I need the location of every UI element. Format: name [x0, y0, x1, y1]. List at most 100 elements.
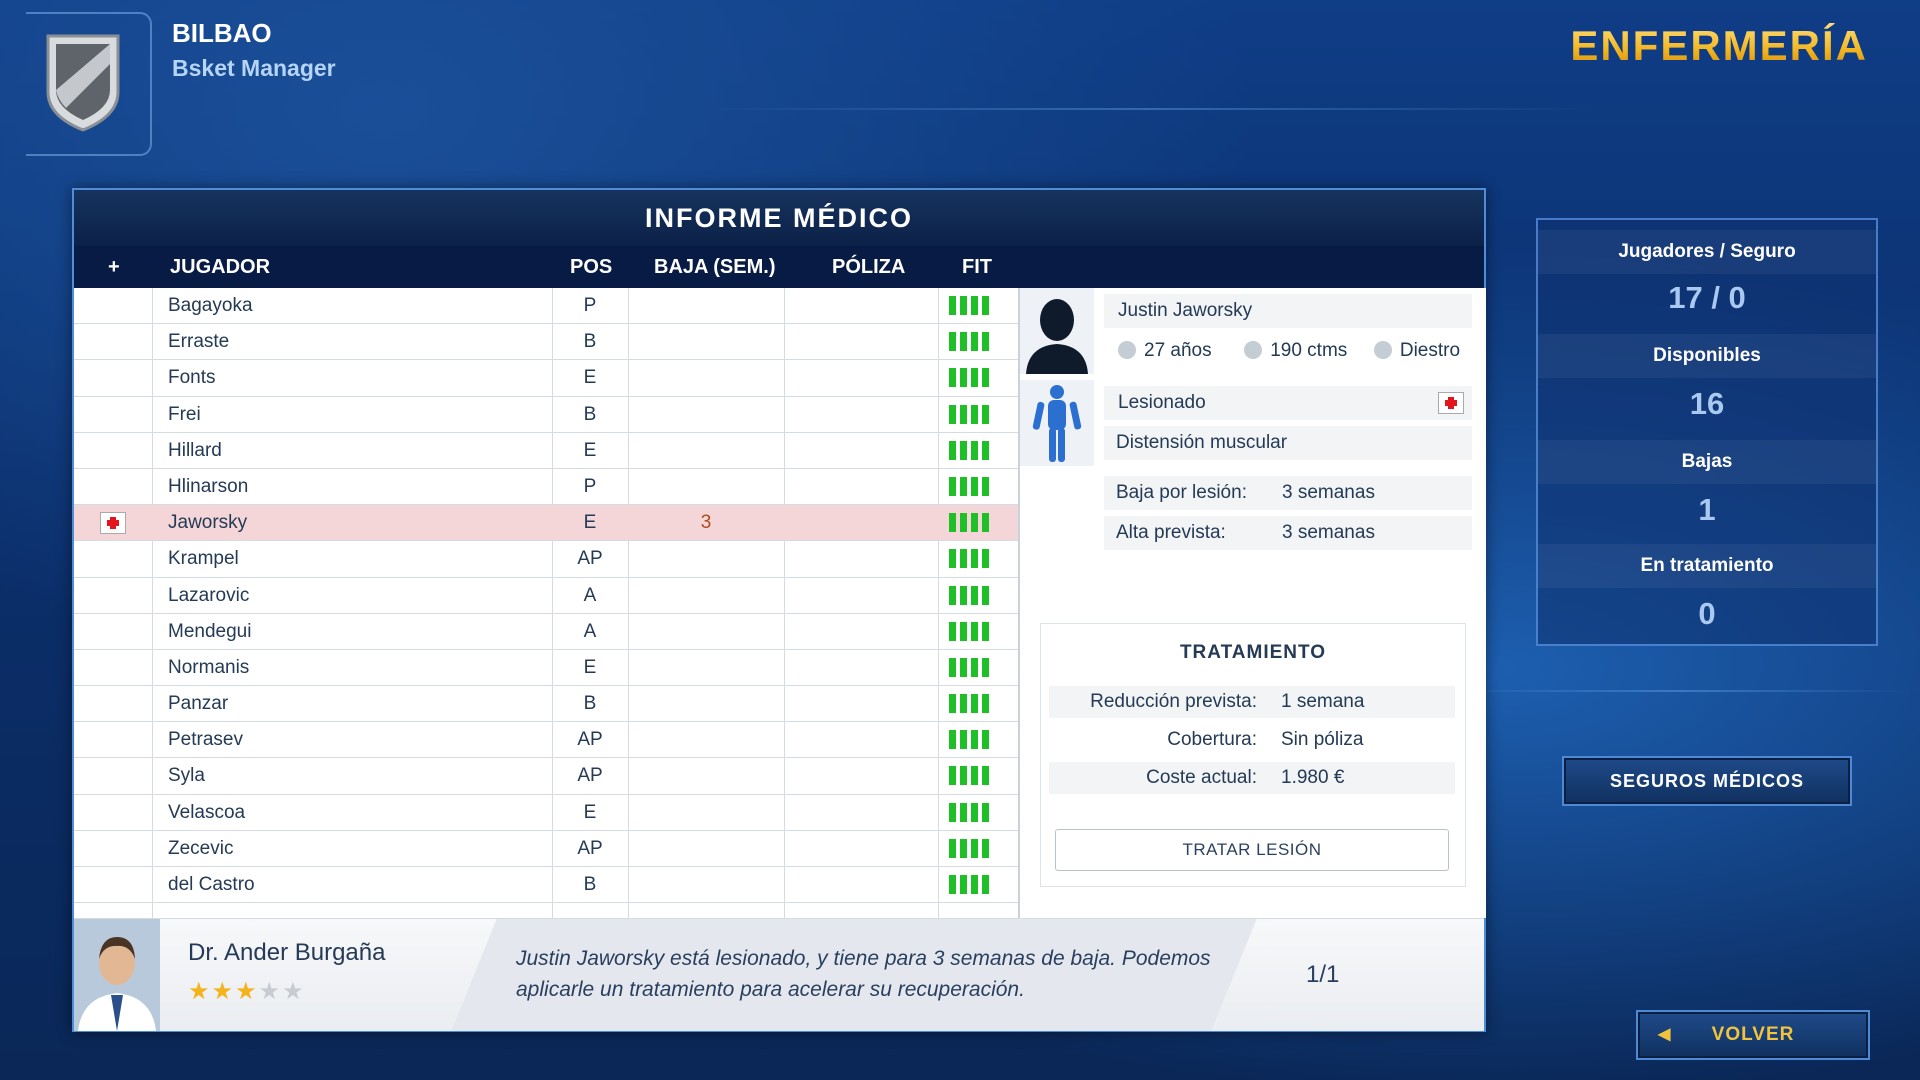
table-row[interactable]: Normanis E [74, 650, 1018, 687]
fitness-bars [949, 838, 989, 858]
injured-label: Bajas [1538, 440, 1876, 484]
player-injury-weeks [628, 614, 784, 649]
player-injury-weeks [628, 397, 784, 432]
doctor-rating: ★★★★★ [188, 977, 306, 1006]
fitness-bar [971, 621, 978, 641]
player-position: E [583, 367, 597, 389]
player-name: Velascoa [168, 801, 246, 823]
table-row[interactable]: Erraste B [74, 324, 1018, 361]
fitness-bar [960, 368, 967, 388]
col-fit[interactable]: FIT [962, 246, 992, 288]
player-silhouette-icon [1026, 299, 1088, 374]
detail-baja-row: Baja por lesión: 3 semanas [1104, 476, 1472, 510]
col-player[interactable]: JUGADOR [170, 246, 270, 288]
player-portrait [1020, 288, 1094, 374]
table-row[interactable]: Mendegui A [74, 614, 1018, 650]
player-position: B [583, 874, 597, 895]
fitness-bars [949, 296, 989, 315]
player-details: Justin Jaworsky 27 años 190 ctms Diestro… [1018, 288, 1486, 918]
body-figure [1020, 380, 1094, 466]
fitness-bar [971, 549, 978, 569]
fitness-bar [982, 585, 989, 605]
row-injury-flag [74, 360, 152, 395]
treat-injury-button[interactable]: TRATAR LESIÓN [1055, 829, 1449, 871]
available-value: 16 [1689, 386, 1725, 421]
table-row[interactable]: Zecevic AP [74, 831, 1018, 867]
player-position: AP [577, 837, 603, 859]
table-row[interactable]: Frei B [74, 397, 1018, 433]
back-button[interactable]: ◀ VOLVER [1636, 1010, 1870, 1060]
cost-value: 1.980 € [1281, 767, 1345, 788]
player-name: Bagayoka [168, 295, 253, 316]
fitness-bar [982, 730, 989, 750]
player-injury-weeks [628, 795, 784, 830]
col-baja[interactable]: BAJA (SEM.) [654, 246, 775, 288]
player-name: Panzar [168, 693, 229, 715]
table-row[interactable]: Krampel AP [74, 541, 1018, 578]
fitness-bar [971, 694, 978, 714]
table-row[interactable]: Lazarovic A [74, 578, 1018, 614]
table-row[interactable]: Panzar B [74, 686, 1018, 723]
row-injury-flag [74, 722, 152, 757]
table-row[interactable]: Hillard E [74, 433, 1018, 469]
decor-streak [700, 108, 1600, 110]
fitness-bar [971, 513, 978, 533]
height-icon [1244, 341, 1263, 359]
rating-star-icon: ★ [188, 978, 212, 1005]
fitness-bar [960, 585, 967, 605]
fitness-bar [982, 368, 989, 388]
table-row[interactable]: Jaworsky E 3 [74, 505, 1018, 542]
fitness-bars [949, 404, 989, 424]
table-row[interactable]: Velascoa E [74, 795, 1018, 831]
fitness-bar [960, 296, 967, 315]
injury-cross-icon [1438, 392, 1464, 414]
table-row[interactable]: del Castro B [74, 867, 1018, 904]
col-poliza[interactable]: PÓLIZA [832, 246, 905, 288]
medical-insurance-button[interactable]: SEGUROS MÉDICOS [1562, 756, 1852, 806]
player-position: A [583, 620, 597, 642]
page-indicator: 1/1 [1306, 961, 1340, 988]
fitness-bar [960, 404, 967, 424]
fitness-bars [949, 585, 989, 605]
fitness-bar [960, 621, 967, 641]
player-table: Bagayoka P Erraste B Fonts E Frei B Hillard E Hlin… [74, 288, 1018, 940]
injury-cross-icon [100, 512, 126, 535]
fitness-bar [982, 332, 989, 352]
player-injury-weeks [628, 650, 784, 685]
player-injury-weeks [628, 433, 784, 468]
fitness-bar [949, 621, 956, 641]
table-row[interactable]: Hlinarson P [74, 469, 1018, 506]
table-row[interactable]: Petrasev AP [74, 722, 1018, 759]
row-injury-flag [74, 758, 152, 793]
row-injury-flag [74, 324, 152, 359]
fitness-bars [949, 513, 989, 533]
doctor-photo [74, 919, 160, 1031]
treatment-coverage-row: Cobertura: Sin póliza [1049, 724, 1455, 756]
player-name: Petrasev [168, 729, 243, 751]
col-pos[interactable]: POS [570, 246, 612, 288]
fitness-bars [949, 875, 989, 894]
rating-star-icon: ★ [211, 978, 236, 1005]
rating-star-icon: ★ [282, 978, 306, 1005]
row-injury-flag [74, 578, 152, 613]
fitness-bar [949, 368, 956, 388]
col-plus[interactable]: + [108, 246, 120, 288]
player-injury-weeks [628, 578, 784, 613]
player-injury-weeks [628, 288, 784, 323]
fitness-bar [982, 513, 989, 533]
hand-icon [1373, 341, 1392, 359]
doctor-footer: Dr. Ander Burgaña ★★★★★ Justin Jaworsky … [74, 918, 1484, 1031]
treatment-reduction-row: Reducción prevista: 1 semana [1049, 686, 1455, 718]
table-row[interactable]: Bagayoka P [74, 288, 1018, 325]
fitness-bar [949, 585, 956, 605]
baja-label: Baja por lesión: [1116, 482, 1247, 503]
detail-player-bio: 27 años 190 ctms Diestro [1104, 334, 1472, 368]
fitness-bars [949, 766, 989, 786]
table-row[interactable]: Fonts E [74, 360, 1018, 397]
fitness-bar [982, 621, 989, 641]
fitness-bars [949, 476, 989, 496]
fitness-bar [960, 802, 967, 822]
table-row[interactable]: Syla AP [74, 758, 1018, 795]
fitness-bar [982, 476, 989, 496]
fitness-bar [960, 838, 967, 858]
